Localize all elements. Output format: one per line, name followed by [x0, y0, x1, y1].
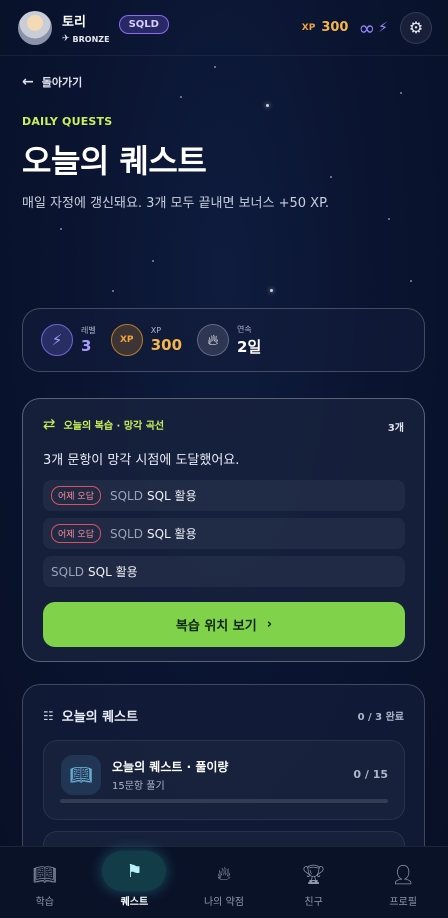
chevron-right-icon: ›: [266, 617, 273, 632]
settings-button[interactable]: ⚙: [400, 11, 432, 44]
gear-icon: ⚙: [408, 18, 424, 37]
avatar[interactable]: [18, 10, 52, 45]
review-topic: SQL 활용: [88, 565, 138, 579]
person-icon: 👤︎: [391, 863, 416, 886]
xp-value: 300: [321, 20, 349, 35]
book-icon: 📖︎: [32, 863, 57, 886]
bolt-icon: ⚡: [378, 19, 388, 36]
review-count: 3개: [387, 423, 404, 434]
level-value: 3: [81, 337, 92, 355]
review-item[interactable]: 어제 오답 SQLD SQL 활용: [43, 480, 405, 511]
bolt-icon: ⚡: [41, 324, 73, 356]
nav-profile[interactable]: 👤︎ 프로필: [358, 847, 448, 918]
checklist-icon: ☷: [43, 708, 54, 723]
wrong-answer-tag: 어제 오답: [51, 524, 101, 543]
rocket-icon: ✈: [62, 34, 70, 44]
review-subject: SQLD: [109, 488, 143, 503]
user-info: 토리 ✈ BRONZE: [62, 11, 110, 44]
review-button-label: 복습 위치 보기: [175, 619, 257, 634]
stats-card: ⚡ 레벨 3 XP XP 300 🔥︎ 연속 2일: [22, 308, 425, 372]
flame-icon: 🔥︎: [217, 863, 231, 885]
back-button[interactable]: ← 돌아가기: [22, 74, 82, 90]
nav-weakness[interactable]: 🔥︎ 나의 약점: [179, 847, 269, 918]
nav-label: 퀘스트: [120, 897, 149, 908]
quest-progress: 0 / 3 완료: [357, 712, 404, 723]
xp-label: XP: [301, 22, 316, 33]
back-label: 돌아가기: [41, 76, 83, 89]
review-item[interactable]: SQLD SQL 활용: [43, 556, 405, 587]
quest-label: 오늘의 퀘스트: [61, 710, 139, 725]
arrow-left-icon: ←: [22, 74, 34, 90]
username: 토리: [62, 15, 86, 30]
review-card: ⇄ 오늘의 복습 · 망각 곡선 3개 3개 문항이 망각 시점에 도달했어요.…: [22, 398, 425, 662]
stat-streak: 🔥︎ 연속 2일: [197, 324, 261, 357]
review-topic: SQL 활용: [146, 527, 197, 541]
xp-coin-icon: XP: [110, 324, 143, 356]
review-subject: SQLD: [51, 564, 84, 579]
trophy-icon: 🏆︎: [301, 863, 326, 886]
exam-badge[interactable]: SQLD: [118, 15, 169, 34]
page-title: 오늘의 퀘스트: [22, 142, 207, 180]
review-label: 오늘의 복습 · 망각 곡선: [63, 420, 165, 432]
flag-icon: ⚑: [102, 851, 167, 891]
top-bar: 토리 ✈ BRONZE SQLD XP 300 ∞ ⚡ ⚙: [0, 0, 448, 56]
page-subtitle: 매일 자정에 갱신돼요. 3개 모두 끝내면 보너스 +50 XP.: [22, 196, 330, 211]
review-subject: SQLD: [109, 526, 143, 541]
quest-item-title: 오늘의 퀘스트 · 풀이량: [112, 760, 229, 774]
nav-quest[interactable]: ⚑ 퀘스트: [90, 847, 180, 918]
nav-label: 프로필: [389, 897, 417, 908]
quest-item[interactable]: 📖︎ 오늘의 퀘스트 · 풀이량 15문항 풀기 0 / 15: [43, 740, 405, 820]
nav-learn[interactable]: 📖︎ 학습: [0, 847, 90, 918]
bottom-nav: 📖︎ 학습 ⚑ 퀘스트 🔥︎ 나의 약점 🏆︎ 친구 👤︎ 프로필: [0, 846, 448, 918]
xp-stat-label: XP: [150, 326, 162, 335]
level-label: 레벨: [81, 326, 96, 335]
stat-level: ⚡ 레벨 3: [41, 324, 96, 356]
flame-icon: 🔥︎: [197, 324, 230, 356]
quest-progress-bar: [60, 799, 388, 803]
nav-label: 나의 약점: [203, 897, 244, 908]
repeat-icon: ⇄: [43, 415, 56, 433]
quest-item-subtitle: 15문항 풀기: [112, 781, 165, 792]
review-message: 3개 문항이 망각 시점에 도달했어요.: [43, 453, 240, 468]
streak-label: 연속: [237, 324, 252, 334]
review-location-button[interactable]: 복습 위치 보기 ›: [43, 602, 405, 647]
rank: ✈ BRONZE: [62, 34, 110, 44]
nav-label: 친구: [304, 897, 323, 908]
infinity-icon: ∞: [358, 15, 376, 40]
streak-value: 2일: [237, 337, 262, 356]
xp-stat-value: 300: [150, 336, 183, 354]
review-item[interactable]: 어제 오답 SQLD SQL 활용: [43, 518, 405, 549]
review-topic: SQL 활용: [146, 489, 197, 503]
nav-label: 학습: [35, 897, 54, 908]
header-right: XP 300 ∞ ⚡ ⚙: [301, 11, 432, 44]
quest-item-count: 0 / 15: [353, 768, 388, 781]
book-open-icon: 📖︎: [61, 755, 101, 795]
eyebrow: DAILY QUESTS: [22, 115, 113, 128]
rank-label: BRONZE: [72, 34, 110, 44]
stat-xp: XP XP 300: [110, 324, 183, 356]
nav-friends[interactable]: 🏆︎ 친구: [269, 847, 359, 918]
wrong-answer-tag: 어제 오답: [51, 486, 101, 505]
